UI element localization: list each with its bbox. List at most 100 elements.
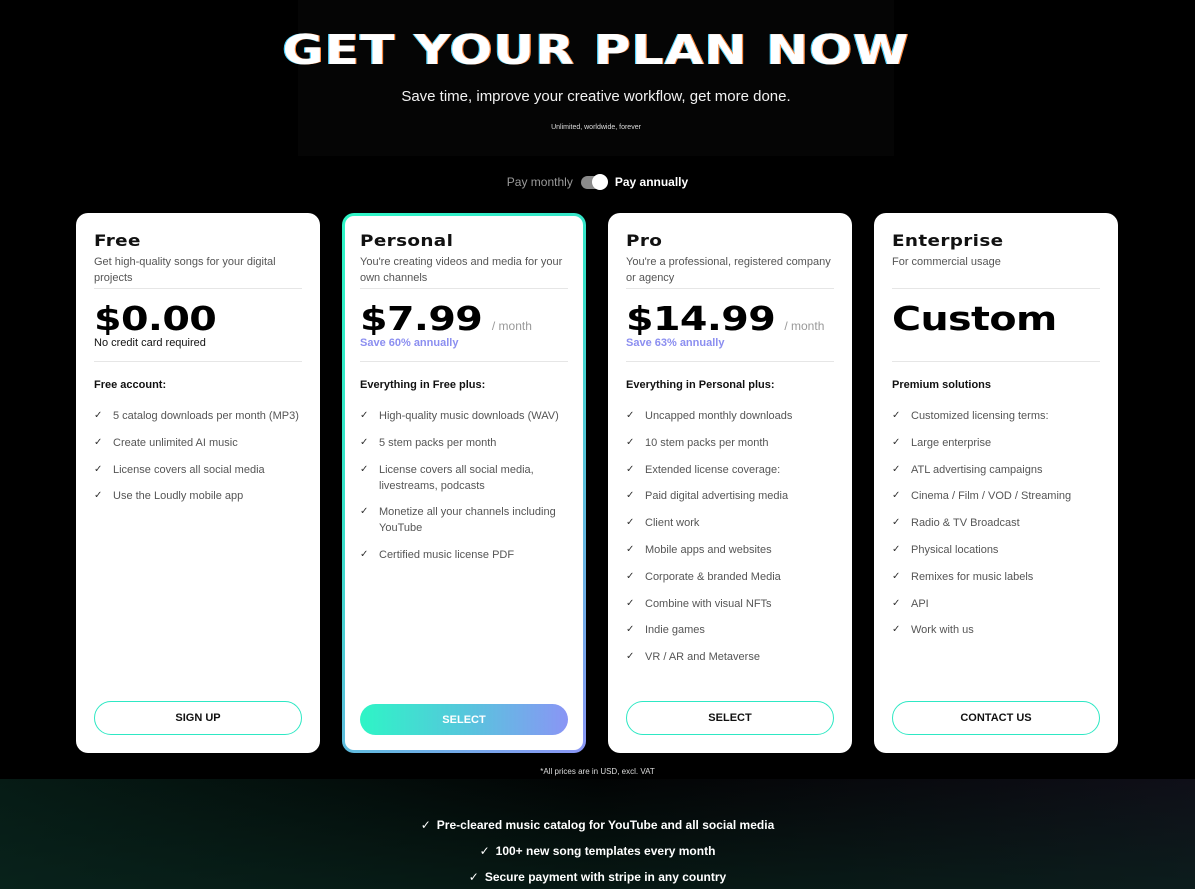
benefit-text: 100+ new song templates every month [495,844,716,858]
feature-item: ✓ Corporate & branded Media [626,569,834,585]
feature-item: ✓ Certified music license PDF [360,547,568,563]
feature-text: ATL advertising campaigns [911,463,1043,476]
feature-list: ✓ 5 catalog downloads per month (MP3) ✓ Cr… [94,408,302,504]
feature-item: ✓ Client work [626,515,834,531]
pay-annually-label[interactable]: Pay annually [615,175,688,189]
select-pro-button[interactable]: SELECT [626,701,834,735]
price-row: Custom [892,299,1100,339]
check-icon: ✓ [626,597,635,609]
plan-price: Custom [892,299,1057,338]
feature-text: 5 catalog downloads per month (MP3) [113,410,299,422]
billing-toggle-row: Pay monthly Pay annually [0,173,1195,190]
feature-text: Physical locations [911,543,999,556]
feature-list: ✓ Uncapped monthly downloads ✓ 10 stem pac… [626,408,834,665]
feature-text: Large enterprise [911,436,992,449]
feature-item: ✓ Monetize all your channels including Yo… [360,504,568,536]
pricing-cards: Free Get high-quality songs for your dig… [76,213,1118,753]
feature-text: Radio & TV Broadcast [911,517,1020,530]
check-icon: ✓ [626,651,635,663]
price-note: No credit card required [94,337,206,349]
check-icon: ✓ [94,410,103,421]
select-personal-button[interactable]: SELECT [360,704,568,735]
check-icon: ✓ [892,543,901,555]
feature-item: ✓ ATL advertising campaigns [892,462,1100,478]
billing-period-toggle[interactable] [580,173,608,190]
check-icon: ✓ [626,517,635,529]
feature-list: ✓ Customized licensing terms: ✓ Large ente… [892,408,1100,638]
plan-card-enterprise: Enterprise For commercial usage Custom P… [874,213,1118,753]
feature-item: ✓ 5 catalog downloads per month (MP3) [94,408,302,424]
feature-item: ✓ Large enterprise [892,435,1100,451]
benefit-item: ✓ Secure payment with stripe in any count… [0,869,1195,889]
features-heading: Everything in Personal plus: [626,379,775,391]
check-icon: ✓ [468,870,479,884]
feature-item: ✓ Create unlimited AI music [94,435,302,451]
feature-text: API [911,597,929,610]
feature-item: ✓ Uncapped monthly downloads [626,408,834,424]
plan-price: $7.99 [360,299,483,338]
feature-text: Paid digital advertising media [645,490,789,503]
hero-tagline: Unlimited, worldwide, forever [551,124,641,131]
feature-item: ✓ License covers all social media, livest… [360,462,568,494]
features-heading: Free account: [94,379,167,391]
plan-description: Get high-quality songs for your digital … [94,256,276,284]
divider [626,288,834,289]
feature-item: ✓ VR / AR and Metaverse [626,649,834,665]
feature-text: Mobile apps and websites [645,543,772,556]
feature-text: Indie games [645,624,705,637]
check-icon: ✓ [626,463,635,475]
check-icon: ✓ [360,506,369,518]
divider [892,361,1100,362]
contact-us-button[interactable]: CONTACT US [892,701,1100,735]
feature-text: High-quality music downloads (WAV) [379,410,559,422]
check-icon: ✓ [626,570,635,582]
check-icon: ✓ [892,624,901,636]
price-row: $0.00 [94,299,302,339]
benefits-list: ✓ Pre-cleared music catalog for YouTube a… [0,817,1195,889]
plan-card-personal: Personal You're creating videos and medi… [342,213,586,753]
feature-text: Certified music license PDF [379,549,515,562]
price-row: $7.99 / month [360,299,568,339]
feature-item: ✓ High-quality music downloads (WAV) [360,408,568,424]
feature-item: ✓ Extended license coverage: [626,462,834,478]
benefit-text: Secure payment with stripe in any countr… [484,870,727,884]
feature-text: Create unlimited AI music [113,436,238,449]
plan-price: $14.99 [626,299,776,338]
feature-item: ✓ 5 stem packs per month [360,435,568,451]
divider [94,288,302,289]
feature-list: ✓ High-quality music downloads (WAV) ✓ 5 s… [360,408,568,563]
sign-up-button[interactable]: SIGN UP [94,701,302,735]
toggle-knob [591,173,608,190]
check-icon: ✓ [479,844,490,858]
divider [94,361,302,362]
features-heading: Premium solutions [892,379,992,391]
plan-card-free: Free Get high-quality songs for your dig… [76,213,320,753]
check-icon: ✓ [626,543,635,555]
plan-name: Enterprise [892,231,1004,250]
feature-text: Use the Loudly mobile app [113,490,244,503]
feature-item: ✓ 10 stem packs per month [626,435,834,451]
feature-item: ✓ Use the Loudly mobile app [94,488,302,504]
feature-text: License covers all social media, livestr… [379,463,534,492]
pricing-footnote: *All prices are in USD, excl. VAT [540,767,655,776]
check-icon: ✓ [626,624,635,636]
plan-description: For commercial usage [892,256,1001,268]
check-icon: ✓ [892,570,901,582]
check-icon: ✓ [420,818,431,832]
check-icon: ✓ [94,436,103,448]
feature-item: ✓ Mobile apps and websites [626,542,834,558]
price-period: / month [491,319,532,333]
check-icon: ✓ [892,463,901,475]
feature-item: ✓ Cinema / Film / VOD / Streaming [892,488,1100,504]
benefit-item: ✓ 100+ new song templates every month [0,843,1195,869]
feature-text: 10 stem packs per month [645,436,769,449]
plan-name: Personal [360,231,454,250]
hero-section: GET YOUR PLAN NOW Save time, improve you… [282,0,908,156]
feature-text: Remixes for music labels [911,570,1034,583]
feature-text: VR / AR and Metaverse [645,651,760,664]
benefit-text: Pre-cleared music catalog for YouTube an… [436,818,775,832]
pay-monthly-label[interactable]: Pay monthly [507,175,573,189]
check-icon: ✓ [626,490,635,502]
feature-item: ✓ Indie games [626,622,834,638]
feature-item: ✓ Radio & TV Broadcast [892,515,1100,531]
